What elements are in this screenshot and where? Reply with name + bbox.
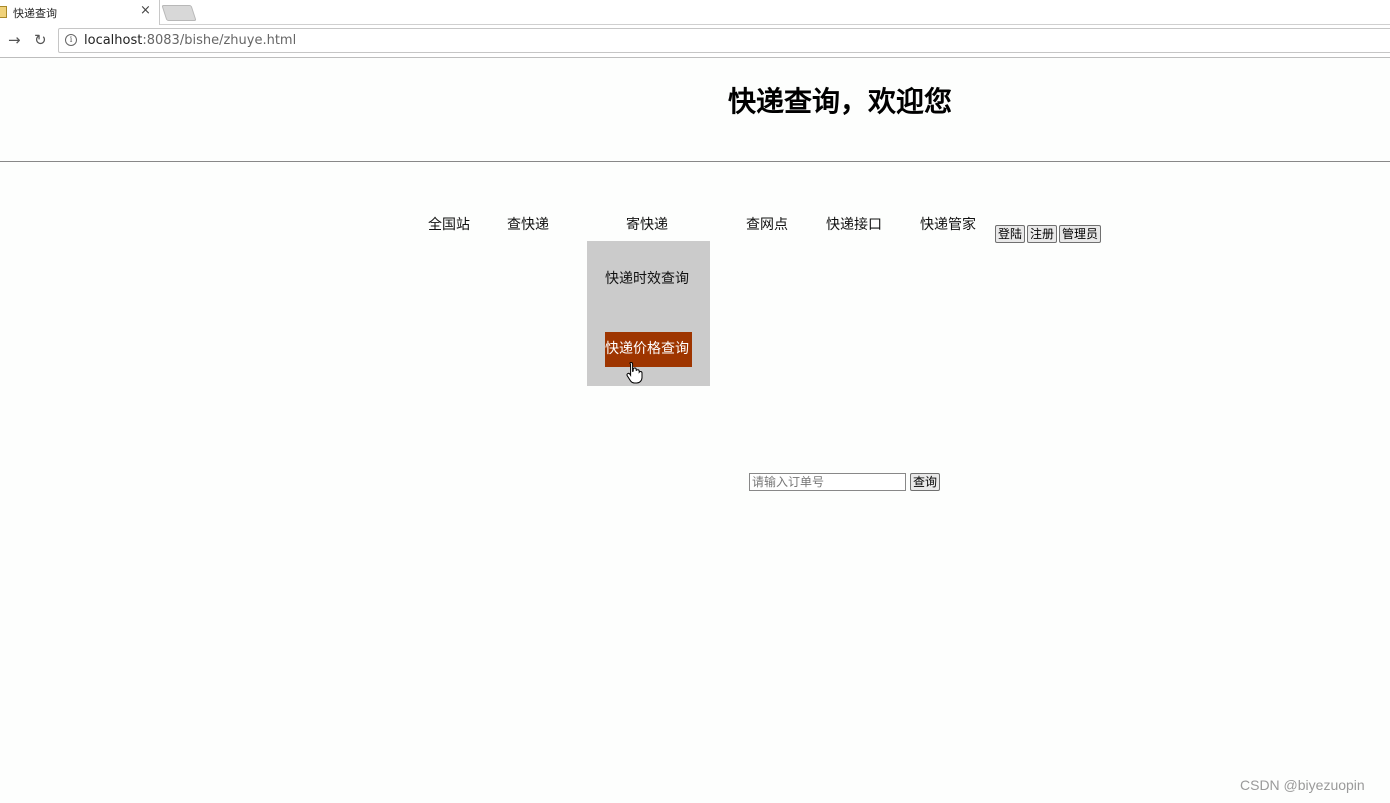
url-host: localhost [84,33,143,48]
nav-item-outlets[interactable]: 查网点 [746,214,788,234]
register-button[interactable]: 注册 [1027,225,1058,243]
tab-close-icon[interactable]: × [140,3,151,18]
address-url: localhost:8083/bishe/zhuye.html [84,33,296,48]
login-button[interactable]: 登陆 [995,225,1026,243]
send-dropdown-menu: 快递时效查询 快递价格查询 [587,241,710,386]
admin-button[interactable]: 管理员 [1059,225,1102,243]
watermark: CSDN @biyezuopin [1240,777,1365,793]
tab-title: 快递查询 [13,7,57,20]
nav-item-manager[interactable]: 快递管家 [920,214,976,234]
browser-tab[interactable]: 快递查询 × [0,0,160,25]
forward-arrow-icon[interactable]: → [8,31,21,49]
dropdown-item-time-query[interactable]: 快递时效查询 [605,268,689,288]
reload-icon[interactable]: ↻ [34,31,47,49]
dropdown-item-price-query[interactable]: 快递价格查询 [605,332,692,367]
browser-tabstrip: 快递查询 × [0,0,1390,25]
nav-item-national[interactable]: 全国站 [428,214,470,234]
page-title: 快递查询，欢迎您 [728,85,953,118]
page-favicon-icon [0,6,7,18]
nav-item-track[interactable]: 查快递 [507,214,549,234]
browser-toolbar: → ↻ i localhost:8083/bishe/zhuye.html [0,25,1390,58]
address-bar[interactable]: i localhost:8083/bishe/zhuye.html [58,28,1390,53]
hand-cursor-icon [626,361,643,384]
nav-item-api[interactable]: 快递接口 [826,214,882,234]
order-number-input[interactable] [749,473,906,491]
new-tab-button[interactable] [161,5,197,21]
site-info-icon[interactable]: i [65,34,77,46]
search-button[interactable]: 查询 [910,473,941,491]
url-path: :8083/bishe/zhuye.html [142,33,297,48]
nav-item-send[interactable]: 寄快递 [626,214,668,234]
header-divider [0,161,1390,162]
